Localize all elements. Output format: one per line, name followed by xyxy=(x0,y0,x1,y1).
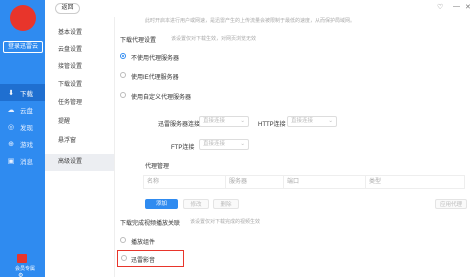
xunlei-conn-label: 迅雷服务器连接 xyxy=(158,122,201,128)
nav-message[interactable]: ▣ 消息 xyxy=(0,152,45,169)
edit-proxy-button[interactable]: 修改 xyxy=(183,199,209,209)
skin-icon[interactable]: ♡ xyxy=(437,3,443,11)
radio-ie-proxy[interactable] xyxy=(120,72,126,78)
nav-discover[interactable]: ◎ 发现 xyxy=(0,118,45,135)
proxy-title: 下载代理设置 xyxy=(120,38,157,44)
settings-icon[interactable]: ⚙ xyxy=(18,272,23,279)
menu-download[interactable]: 下载设置 xyxy=(45,77,114,94)
compass-icon: ◎ xyxy=(7,123,15,131)
nav-download[interactable]: ⬇ 下载 xyxy=(0,84,45,101)
nav-game-label: 游戏 xyxy=(20,141,33,149)
option-custom-proxy[interactable]: 使用自定义代理服务器 xyxy=(131,92,191,101)
http-conn-label: HTTP连接 xyxy=(258,122,286,128)
col-server: 服务器 xyxy=(226,176,284,188)
chevron-down-icon: ⌄ xyxy=(240,118,245,124)
menu-basic[interactable]: 基本设置 xyxy=(45,25,114,42)
download-icon: ⬇ xyxy=(8,89,14,97)
col-type: 类型 xyxy=(369,179,382,185)
add-proxy-button[interactable]: 添加 xyxy=(145,199,178,209)
minimize-icon[interactable]: — xyxy=(453,3,460,10)
menu-cloud[interactable]: 云盘设置 xyxy=(45,42,114,59)
upload-hint: 此时开启本进行用户或网速，是迅雷产生的上传流量会被限制于最低的速度，从而保护局域… xyxy=(145,18,356,24)
xunlei-conn-select[interactable]: 直接连接 ⌄ xyxy=(199,116,249,127)
gamepad-icon: ⊕ xyxy=(8,140,14,148)
gift-label: 会员专属 xyxy=(15,266,36,272)
radio-custom-proxy[interactable] xyxy=(120,92,126,98)
nav-discover-label: 发现 xyxy=(20,124,33,132)
settings-content: 此时开启本进行用户或网速，是迅雷产生的上传流量会被限制于最低的速度，从而保护局域… xyxy=(115,17,475,277)
nav-message-label: 消息 xyxy=(20,158,33,166)
menu-task[interactable]: 任务管理 xyxy=(45,95,114,112)
video-assoc-title: 下载完成视频播放关联 xyxy=(120,221,181,227)
option-no-proxy[interactable]: 不使用代理服务器 xyxy=(131,53,179,62)
radio-xunlei-player[interactable] xyxy=(121,255,127,261)
sidebar: 登录迅雷云 ⬇ 下载 ☁ 云盘 ◎ 发现 ⊕ 游戏 ▣ 消息 会员专属 ⚙ xyxy=(0,0,45,279)
settings-menu: 基本设置 云盘设置 接管设置 下载设置 任务管理 提醒 悬浮窗 高级设置 xyxy=(45,17,115,277)
nav-cloud[interactable]: ☁ 云盘 xyxy=(0,101,45,118)
nav-cloud-label: 云盘 xyxy=(20,107,33,115)
apply-proxy-button[interactable]: 应用代理 xyxy=(435,199,467,209)
nav-game[interactable]: ⊕ 游戏 xyxy=(0,135,45,152)
cloud-icon: ☁ xyxy=(7,106,15,114)
top-bar: 返回 ♡ — ✕ xyxy=(45,0,475,17)
gift-icon[interactable] xyxy=(17,254,27,263)
chevron-down-icon: ⌄ xyxy=(328,118,333,124)
back-button[interactable]: 返回 xyxy=(55,3,80,14)
login-button[interactable]: 登录迅雷云 xyxy=(3,41,43,53)
radio-no-proxy[interactable] xyxy=(120,53,126,59)
chevron-down-icon: ⌄ xyxy=(240,141,245,147)
option-xunlei-player[interactable]: 迅雷影音 xyxy=(131,255,155,264)
http-conn-select[interactable]: 直接连接 ⌄ xyxy=(287,116,337,127)
proxy-hint: 该设置仅对下载生效，对网页浏览无效 xyxy=(171,36,257,42)
avatar[interactable] xyxy=(10,5,36,31)
ftp-conn-label: FTP连接 xyxy=(171,145,195,151)
proxy-table-header: 名称 服务器 端口 类型 xyxy=(143,175,465,189)
col-port: 端口 xyxy=(284,176,366,188)
delete-proxy-button[interactable]: 删除 xyxy=(213,199,239,209)
close-icon[interactable]: ✕ xyxy=(465,3,471,11)
col-name: 名称 xyxy=(144,176,226,188)
ftp-conn-select[interactable]: 直接连接 ⌄ xyxy=(199,139,249,150)
option-ie-proxy[interactable]: 使用IE代理服务器 xyxy=(131,72,179,81)
video-assoc-hint: 该设置仅对下载完成的视频生效 xyxy=(190,219,261,225)
proxy-manage-title: 代理管理 xyxy=(145,164,170,170)
menu-float[interactable]: 悬浮窗 xyxy=(45,133,114,150)
radio-player-component[interactable] xyxy=(120,237,126,243)
menu-remind[interactable]: 提醒 xyxy=(45,114,114,131)
option-player-component[interactable]: 播放组件 xyxy=(131,237,155,246)
nav-download-label: 下载 xyxy=(20,90,33,98)
menu-takeover[interactable]: 接管设置 xyxy=(45,59,114,76)
message-icon: ▣ xyxy=(7,157,15,165)
menu-advanced[interactable]: 高级设置 xyxy=(45,154,114,171)
